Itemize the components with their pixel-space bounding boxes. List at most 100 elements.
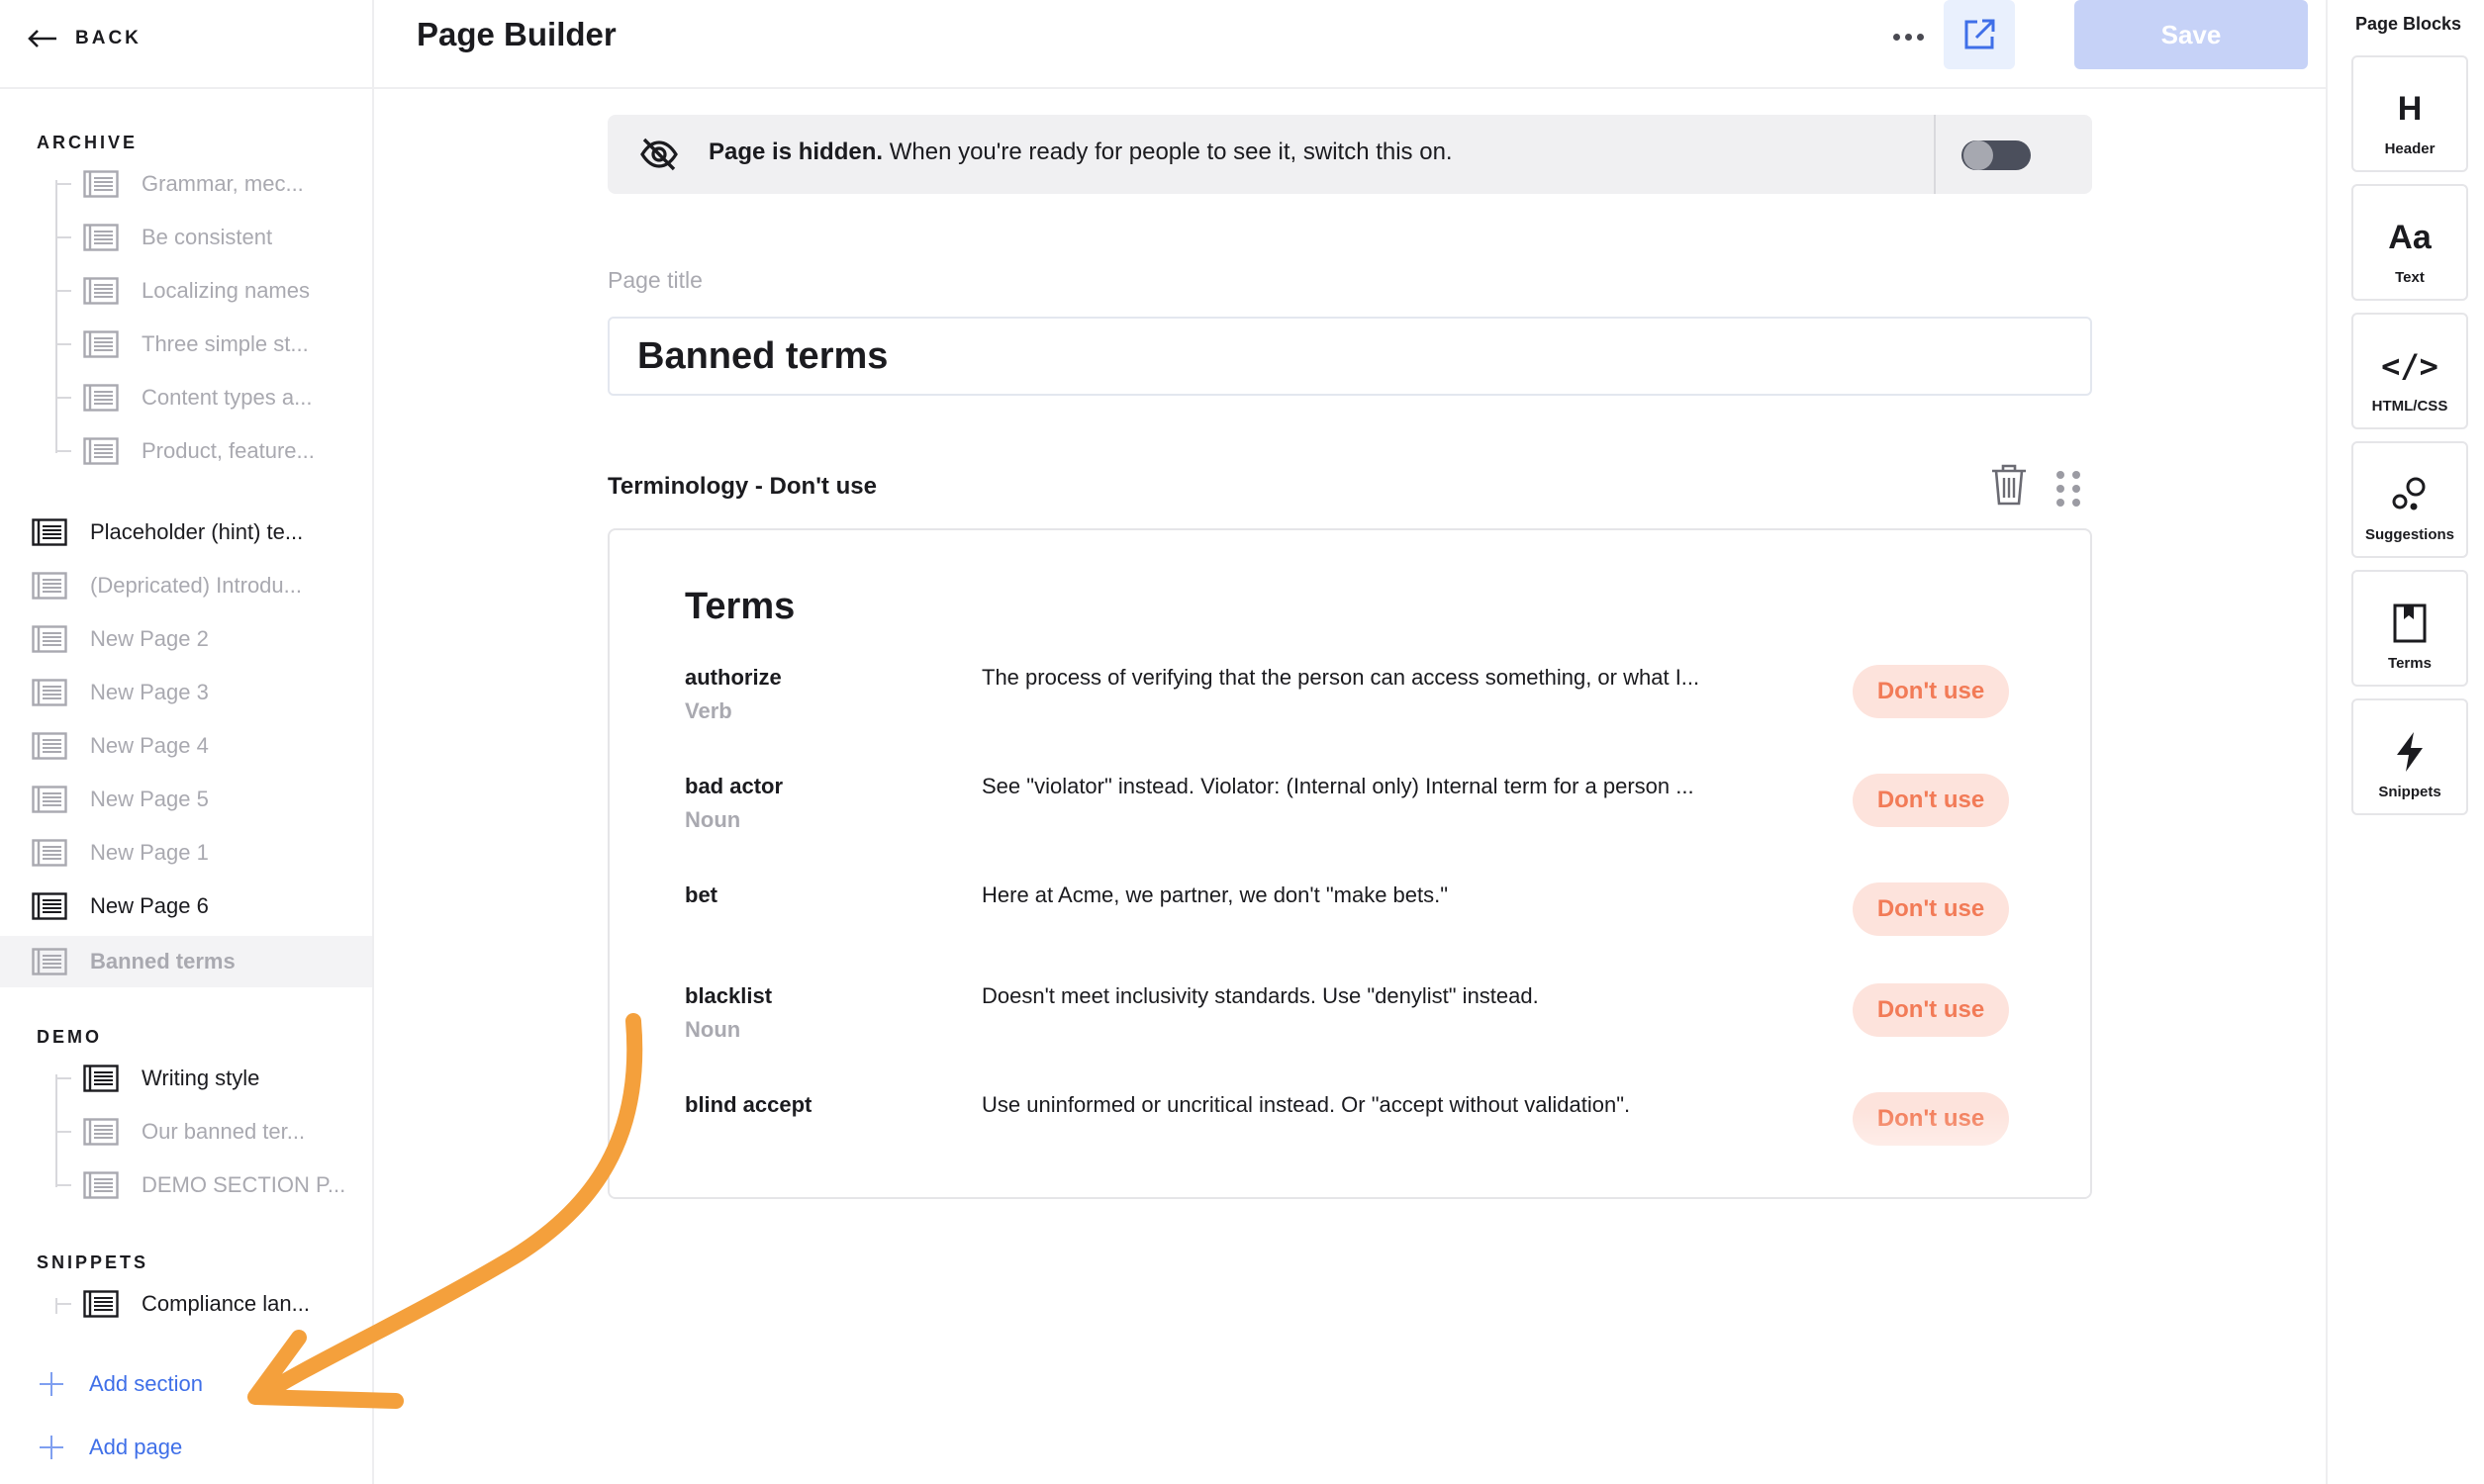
section-heading-archive[interactable]: ARCHIVE (37, 133, 138, 153)
sidebar-page-item[interactable]: New Page 4 (32, 726, 209, 766)
tree-line (55, 180, 57, 453)
term-part-of-speech: Noun (685, 1017, 741, 1042)
sidebar-item[interactable]: Content types a... (55, 378, 312, 417)
dot (1916, 33, 1924, 41)
term-part-of-speech: Verb (685, 698, 732, 723)
visibility-toggle[interactable] (1961, 140, 2031, 170)
app-title: Page Builder (417, 16, 617, 52)
document-icon (32, 679, 67, 706)
document-icon (83, 437, 119, 465)
sidebar-item[interactable]: Localizing names (55, 271, 310, 311)
page-blocks-title: Page Blocks (2355, 14, 2462, 34)
save-button[interactable]: Save (2074, 0, 2308, 69)
block-label: Header (2384, 140, 2436, 157)
sidebar-page-item[interactable]: New Page 6 (32, 886, 209, 926)
document-icon (83, 384, 119, 412)
add-page-button[interactable]: Add page (40, 1435, 182, 1460)
document-icon (32, 518, 67, 546)
section-heading-snippets[interactable]: SNIPPETS (37, 1252, 148, 1273)
sidebar-page-item[interactable]: New Page 5 (32, 780, 209, 819)
status-badge: Don't use (1853, 665, 2009, 718)
document-icon (83, 330, 119, 358)
status-badge: Don't use (1853, 774, 2009, 827)
open-preview-button[interactable] (1944, 0, 2015, 69)
document-icon (83, 1118, 119, 1146)
back-button[interactable]: BACK (28, 22, 142, 55)
visibility-banner: Page is hidden. When you're ready for pe… (608, 115, 2092, 194)
term-name: bet (685, 882, 717, 907)
sidebar-page-item[interactable]: Placeholder (hint) te... (32, 512, 303, 552)
term-name: authorize (685, 665, 782, 690)
block-html-css[interactable]: </> HTML/CSS (2351, 313, 2468, 429)
sidebar-item[interactable]: DEMO SECTION P... (55, 1165, 345, 1205)
sidebar-page-item[interactable]: (Depricated) Introdu... (32, 566, 302, 605)
top-bar: Page Builder Save (374, 0, 2326, 89)
terms-heading: Terms (685, 586, 796, 627)
document-icon (32, 948, 67, 975)
lightning-icon (2394, 722, 2426, 782)
eye-off-icon (640, 138, 678, 171)
visibility-message: Page is hidden. When you're ready for pe… (709, 139, 1453, 166)
sidebar-page-item-selected[interactable]: Banned terms (0, 936, 372, 987)
scroll-fade (610, 1108, 2090, 1197)
sidebar-item[interactable]: Our banned ter... (55, 1112, 305, 1152)
visibility-message-text: When you're ready for people to see it, … (883, 139, 1453, 165)
sidebar-item[interactable]: Three simple st... (55, 325, 309, 364)
term-description: The process of verifying that the person… (982, 665, 1700, 690)
code-icon: </> (2381, 347, 2438, 385)
page-title-label: Page title (608, 267, 703, 293)
document-icon (83, 170, 119, 198)
document-icon (83, 1290, 119, 1318)
document-icon (32, 892, 67, 920)
divider (0, 87, 374, 89)
drag-handle-icon[interactable] (2056, 471, 2082, 507)
term-name: blacklist (685, 983, 773, 1008)
document-icon (83, 1065, 119, 1092)
divider (1934, 115, 1936, 194)
plus-icon (40, 1436, 63, 1459)
block-label: HTML/CSS (2371, 398, 2448, 415)
document-icon (83, 224, 119, 251)
status-badge: Don't use (1853, 983, 2009, 1037)
term-row: bet Here at Acme, we partner, we don't "… (685, 882, 2031, 972)
document-icon (32, 625, 67, 653)
term-name: bad actor (685, 774, 784, 798)
block-suggestions[interactable]: Suggestions (2351, 441, 2468, 558)
sidebar-item[interactable]: Compliance lan... (55, 1284, 310, 1324)
block-header[interactable]: H Header (2351, 55, 2468, 172)
tree-line (55, 1298, 57, 1314)
term-row: authorize Verb The process of verifying … (685, 665, 2031, 754)
block-snippets[interactable]: Snippets (2351, 698, 2468, 815)
sidebar-item[interactable]: Product, feature... (55, 431, 315, 471)
term-description: Doesn't meet inclusivity standards. Use … (982, 983, 1539, 1008)
sidebar-item[interactable]: Be consistent (55, 218, 272, 257)
more-options-button[interactable] (1888, 20, 1928, 53)
document-icon (32, 732, 67, 760)
trash-icon[interactable] (1989, 463, 2029, 507)
block-terms[interactable]: Terms (2351, 570, 2468, 687)
block-title: Terminology - Don't use (608, 473, 877, 500)
visibility-message-bold: Page is hidden. (709, 139, 884, 165)
arrow-left-icon (28, 30, 56, 47)
left-sidebar: BACK ARCHIVE Grammar, mec... Be consiste… (0, 0, 374, 1484)
page-title-input[interactable] (608, 317, 2092, 396)
more-horizontal-icon (1892, 33, 1900, 41)
sidebar-item[interactable]: Writing style (55, 1059, 259, 1098)
term-part-of-speech: Noun (685, 807, 741, 832)
header-icon: H (2397, 89, 2423, 128)
document-icon (32, 572, 67, 600)
section-heading-demo[interactable]: DEMO (37, 1027, 102, 1048)
external-link-icon (1964, 19, 1995, 49)
block-label: Text (2395, 269, 2425, 286)
sidebar-page-item[interactable]: New Page 3 (32, 673, 209, 712)
sidebar-item[interactable]: Grammar, mec... (55, 164, 304, 204)
sidebar-page-item[interactable]: New Page 2 (32, 619, 209, 659)
sidebar-page-item[interactable]: New Page 1 (32, 833, 209, 873)
book-icon (2392, 594, 2428, 653)
add-section-button[interactable]: Add section (40, 1371, 203, 1397)
block-text[interactable]: Aa Text (2351, 184, 2468, 301)
document-icon (32, 786, 67, 813)
block-label: Suggestions (2364, 526, 2454, 543)
status-badge: Don't use (1853, 882, 2009, 936)
page-blocks-panel: Page Blocks H Header Aa Text </> HTML/CS… (2326, 0, 2484, 1484)
